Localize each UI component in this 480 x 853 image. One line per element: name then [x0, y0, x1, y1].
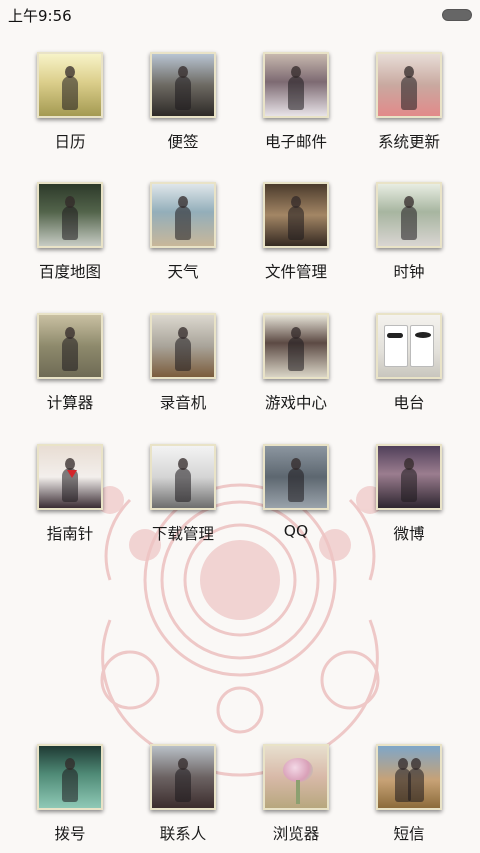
app-label: 指南针 [46, 525, 94, 543]
girl-in-window-icon [150, 744, 216, 810]
girl-in-sunlit-field-icon [37, 52, 103, 118]
app-compass[interactable]: 指南针 [15, 444, 125, 544]
app-label: 录音机 [159, 394, 207, 412]
app-email[interactable]: 电子邮件 [241, 52, 351, 152]
app-sms[interactable]: 短信 [354, 744, 464, 844]
girl-hair-profile-icon [263, 182, 329, 248]
app-baidu-map[interactable]: 百度地图 [15, 182, 125, 282]
app-label: 联系人 [159, 825, 207, 843]
app-calendar[interactable]: 日历 [15, 52, 125, 152]
girl-long-hair-back-icon [263, 313, 329, 379]
app-label: 系统更新 [377, 133, 440, 151]
app-label: 百度地图 [38, 263, 101, 281]
app-download-manager[interactable]: 下载管理 [128, 444, 238, 544]
girl-writing-on-wall-icon [150, 444, 216, 510]
girl-superman-shirt-icon [37, 444, 103, 510]
girl-with-long-hair-icon [376, 52, 442, 118]
app-radio[interactable]: 电台 [354, 313, 464, 413]
app-label: 微博 [393, 525, 425, 543]
girl-in-hat-icon [376, 444, 442, 510]
app-clock[interactable]: 时钟 [354, 182, 464, 282]
girl-on-beach-icon [150, 182, 216, 248]
girl-at-easel-icon [150, 313, 216, 379]
mr-mrs-mugs-icon [376, 313, 442, 379]
battery-icon [442, 9, 472, 21]
app-notes[interactable]: 便签 [128, 52, 238, 152]
app-label: 电子邮件 [264, 133, 327, 151]
app-label: 电台 [393, 394, 425, 412]
app-recorder[interactable]: 录音机 [128, 313, 238, 413]
app-label: 便签 [167, 133, 199, 151]
app-calculator[interactable]: 计算器 [15, 313, 125, 413]
app-label: 时钟 [393, 263, 425, 281]
app-file-manager[interactable]: 文件管理 [241, 182, 351, 282]
app-dialer[interactable]: 拨号 [15, 744, 125, 844]
app-label: 下载管理 [151, 525, 214, 543]
status-bar: 上午9:56 [0, 0, 480, 28]
girl-by-train-icon [150, 52, 216, 118]
girl-with-pigtails-icon [263, 52, 329, 118]
app-label: 拨号 [54, 825, 86, 843]
girl-by-wall-icon [263, 444, 329, 510]
app-label: 游戏中心 [264, 394, 327, 412]
app-qq[interactable]: QQ [241, 444, 351, 540]
app-label: 天气 [167, 263, 199, 281]
couple-in-field-icon [376, 744, 442, 810]
girl-on-balcony-icon [37, 182, 103, 248]
girl-in-forest-icon [37, 313, 103, 379]
app-label: 文件管理 [264, 263, 327, 281]
app-weibo[interactable]: 微博 [354, 444, 464, 544]
app-label: QQ [283, 522, 309, 540]
app-label: 浏览器 [272, 825, 320, 843]
girl-in-garden-icon [376, 182, 442, 248]
app-contacts[interactable]: 联系人 [128, 744, 238, 844]
app-label: 短信 [393, 825, 425, 843]
app-label: 计算器 [46, 394, 94, 412]
flower-bouquet-icon [263, 744, 329, 810]
app-game-center[interactable]: 游戏中心 [241, 313, 351, 413]
status-time: 上午9:56 [8, 7, 72, 25]
girl-night-street-icon [37, 744, 103, 810]
app-browser[interactable]: 浏览器 [241, 744, 351, 844]
app-weather[interactable]: 天气 [128, 182, 238, 282]
app-label: 日历 [54, 133, 86, 151]
app-system-update[interactable]: 系统更新 [354, 52, 464, 152]
